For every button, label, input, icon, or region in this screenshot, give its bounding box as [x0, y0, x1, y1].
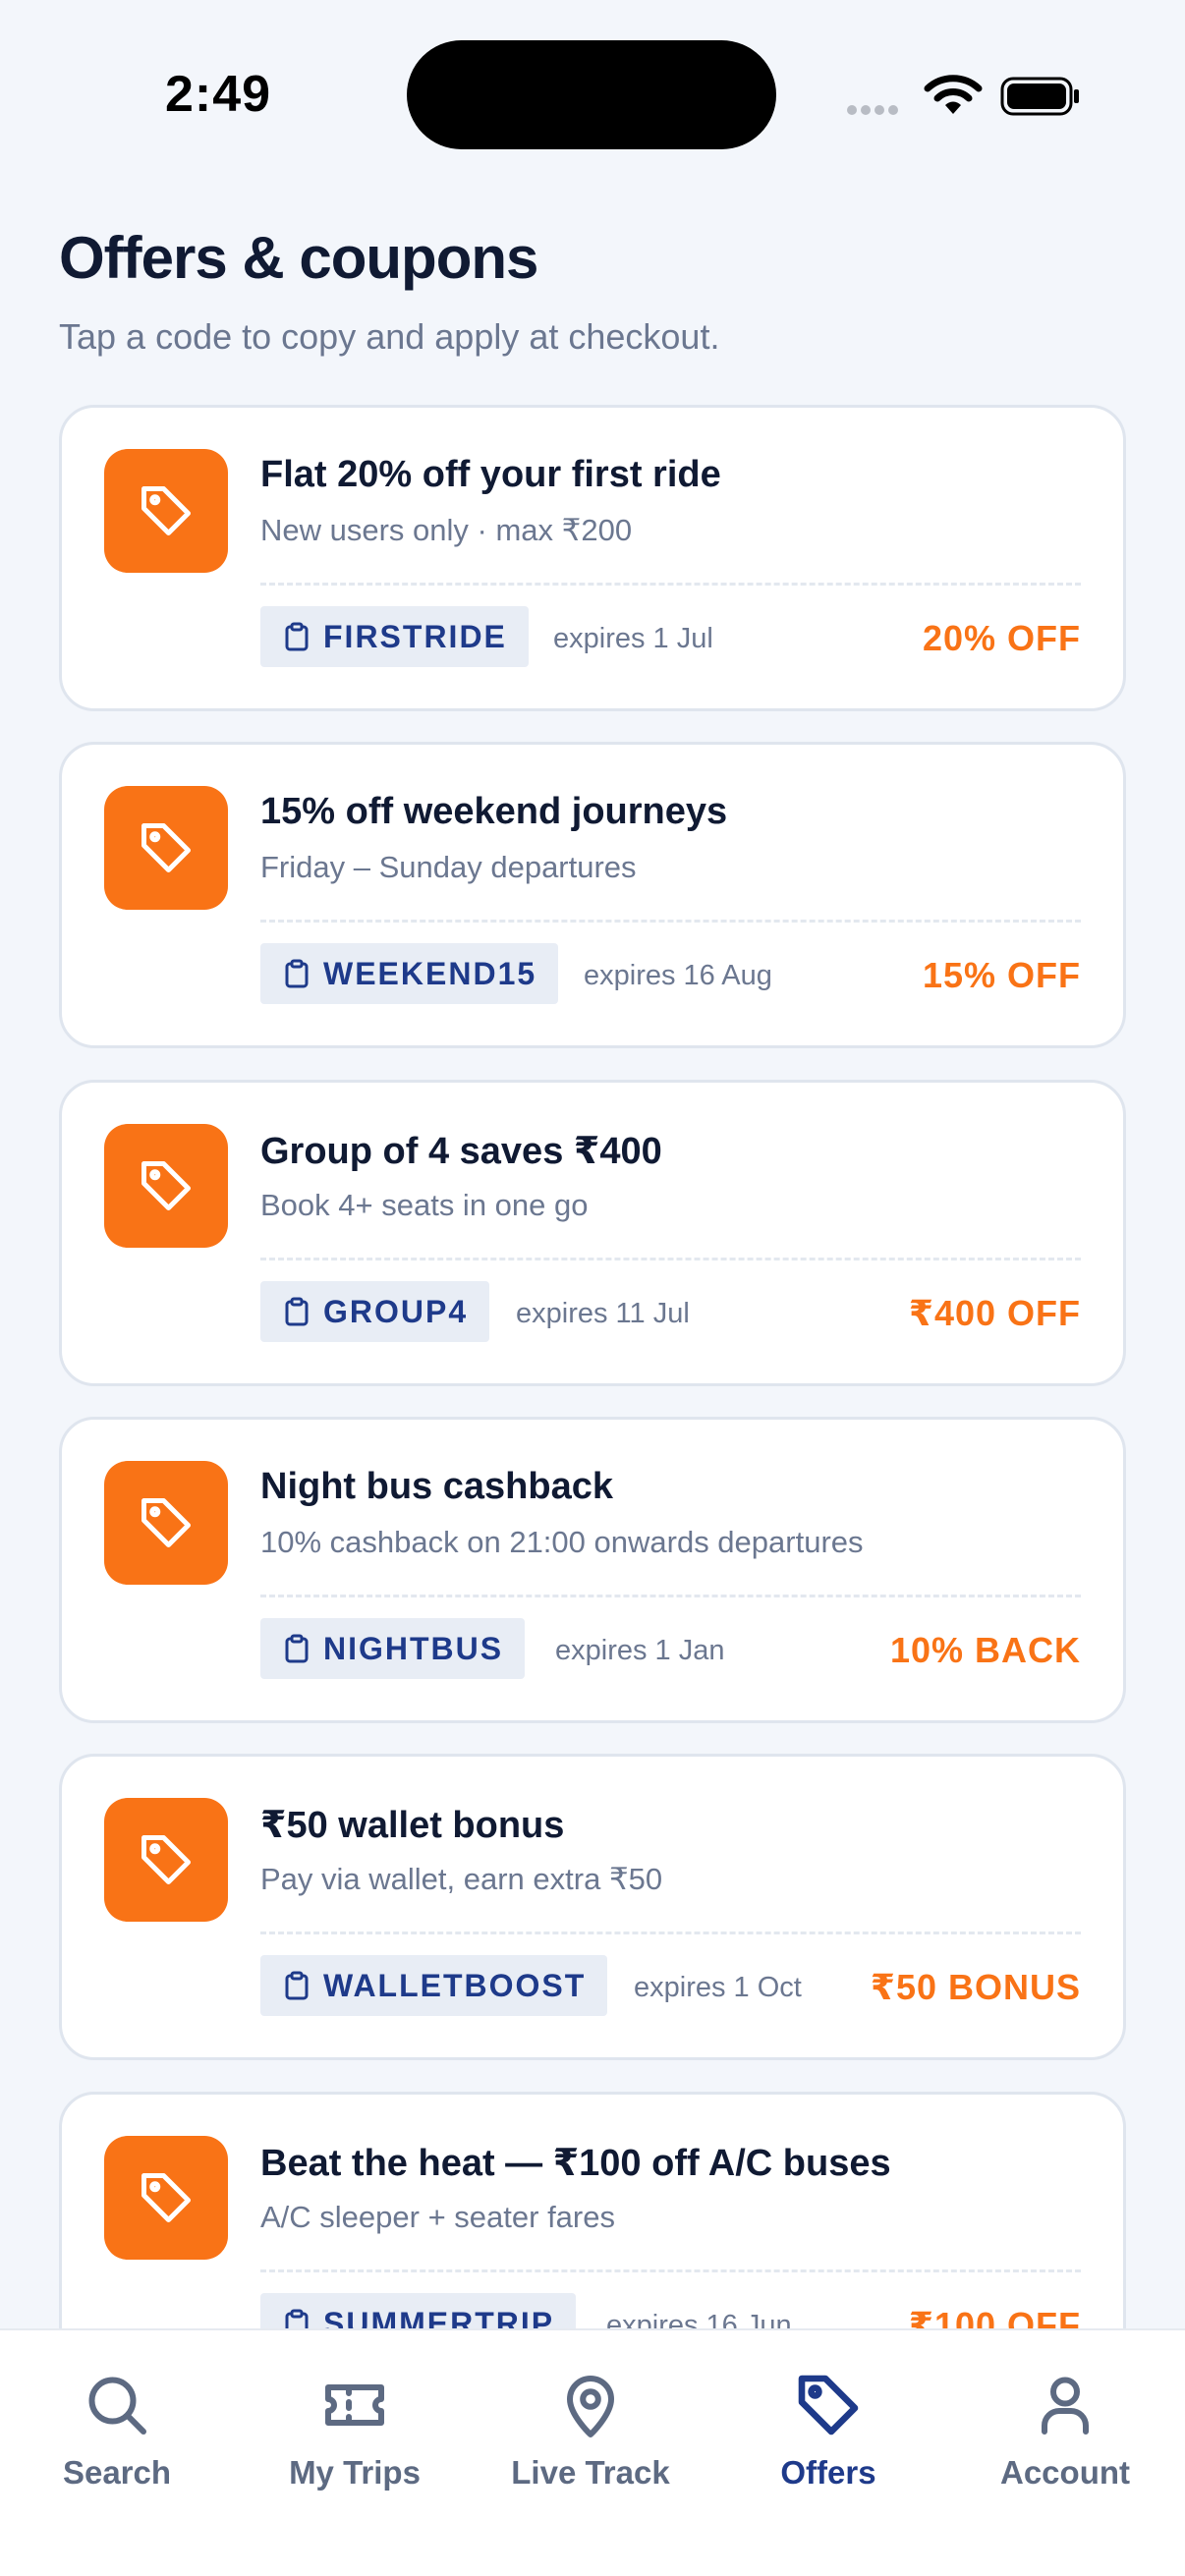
offer-subtitle: Friday – Sunday departures	[260, 850, 637, 884]
bottom-nav: Search My Trips Live Track Offers Accoun…	[0, 2328, 1185, 2576]
offer-discount: ₹400 OFF	[908, 1293, 1081, 1333]
offer-subtitle: New users only · max ₹200	[260, 513, 633, 547]
offer-tag-icon	[104, 449, 228, 573]
offer-tag-icon	[104, 2136, 228, 2260]
clipboard-icon	[285, 959, 309, 988]
user-icon	[1042, 2377, 1089, 2435]
wifi-icon	[924, 75, 983, 114]
offer-discount: ₹50 BONUS	[870, 1967, 1081, 2007]
offer-card[interactable]: ₹50 wallet bonus Pay via wallet, earn ex…	[59, 1754, 1126, 2060]
offer-tag-icon	[104, 1124, 228, 1248]
offer-expiry: expires 16 Aug	[584, 960, 772, 991]
offer-title: 15% off weekend journeys	[260, 791, 728, 832]
nav-item-my-trips[interactable]: My Trips	[247, 2370, 463, 2492]
offer-title: Group of 4 saves ₹400	[260, 1131, 662, 1172]
offer-subtitle: 10% cashback on 21:00 onwards departures	[260, 1525, 864, 1559]
coupon-code: FIRSTRIDE	[323, 618, 507, 654]
offer-divider	[260, 1258, 1081, 1260]
offer-card[interactable]: 15% off weekend journeys Friday – Sunday…	[59, 742, 1126, 1048]
coupon-code-chip[interactable]: NIGHTBUS	[260, 1618, 526, 1679]
cellular-signal-icon	[847, 102, 906, 115]
dynamic-island	[407, 40, 776, 149]
clipboard-icon	[285, 2309, 309, 2330]
tag-icon	[798, 2375, 859, 2436]
coupon-code-chip[interactable]: WALLETBOOST	[260, 1955, 608, 2016]
offer-divider	[260, 1932, 1081, 1934]
coupon-code-chip[interactable]: WEEKEND15	[260, 943, 559, 1004]
offer-card[interactable]: Beat the heat — ₹100 off A/C buses A/C s…	[59, 2092, 1126, 2330]
offer-expiry: expires 11 Jul	[516, 1298, 690, 1329]
search-icon	[88, 2377, 146, 2435]
offer-tag-icon	[104, 1798, 228, 1922]
offer-discount: 10% BACK	[889, 1630, 1081, 1670]
offer-tag-icon	[104, 1461, 228, 1585]
status-time: 2:49	[165, 66, 272, 123]
offer-list[interactable]: Flat 20% off your first ride New users o…	[59, 405, 1126, 2330]
nav-item-offers[interactable]: Offers	[720, 2370, 936, 2492]
nav-item-account[interactable]: Account	[957, 2370, 1173, 2492]
coupon-code: WALLETBOOST	[323, 1967, 587, 2003]
offer-expiry: expires 1 Jul	[553, 623, 713, 654]
clipboard-icon	[285, 1971, 309, 2000]
offer-divider	[260, 583, 1081, 586]
offer-discount: ₹100 OFF	[908, 2305, 1081, 2330]
coupon-code-chip[interactable]: GROUP4	[260, 1281, 490, 1342]
offer-discount: 15% OFF	[922, 955, 1081, 995]
offer-divider	[260, 1595, 1081, 1597]
offer-title: ₹50 wallet bonus	[260, 1805, 565, 1846]
nav-label: My Trips	[289, 2454, 421, 2491]
page-subtitle: Tap a code to copy and apply at checkout…	[59, 316, 720, 357]
coupon-code: SUMMERTRIP	[323, 2305, 555, 2331]
offer-title: Beat the heat — ₹100 off A/C buses	[260, 2143, 891, 2184]
offer-tag-icon	[104, 786, 228, 910]
nav-label: Offers	[780, 2454, 876, 2491]
offer-divider	[260, 2269, 1081, 2272]
coupon-code: WEEKEND15	[323, 955, 537, 991]
ticket-icon	[325, 2384, 384, 2426]
coupon-code-chip[interactable]: FIRSTRIDE	[260, 606, 529, 667]
clipboard-icon	[285, 1634, 309, 1663]
offer-title: Night bus cashback	[260, 1466, 613, 1507]
nav-label: Live Track	[511, 2454, 670, 2491]
nav-label: Search	[62, 2454, 172, 2491]
offer-subtitle: Book 4+ seats in one go	[260, 1188, 589, 1222]
map-pin-icon	[567, 2376, 614, 2437]
page-title: Offers & coupons	[59, 225, 538, 291]
offer-title: Flat 20% off your first ride	[260, 454, 721, 495]
clipboard-icon	[285, 622, 309, 651]
status-bar: 2:49	[0, 0, 1185, 187]
offer-divider	[260, 920, 1081, 923]
coupon-code: NIGHTBUS	[323, 1630, 504, 1666]
battery-icon	[1000, 77, 1079, 116]
coupon-code: GROUP4	[323, 1293, 469, 1329]
nav-label: Account	[1000, 2454, 1130, 2491]
offer-card[interactable]: Group of 4 saves ₹400 Book 4+ seats in o…	[59, 1080, 1126, 1386]
offer-expiry: expires 16 Jun	[606, 2310, 792, 2330]
clipboard-icon	[285, 1297, 309, 1326]
offer-card[interactable]: Flat 20% off your first ride New users o…	[59, 405, 1126, 711]
nav-item-search[interactable]: Search	[9, 2370, 225, 2492]
offer-subtitle: A/C sleeper + seater fares	[260, 2200, 615, 2234]
offer-subtitle: Pay via wallet, earn extra ₹50	[260, 1862, 663, 1896]
coupon-code-chip[interactable]: SUMMERTRIP	[260, 2293, 577, 2331]
offer-card[interactable]: Night bus cashback 10% cashback on 21:00…	[59, 1417, 1126, 1723]
nav-item-live-track[interactable]: Live Track	[482, 2370, 699, 2492]
offer-discount: 20% OFF	[922, 618, 1081, 658]
offer-expiry: expires 1 Oct	[634, 1972, 802, 2003]
offer-expiry: expires 1 Jan	[555, 1635, 725, 1666]
